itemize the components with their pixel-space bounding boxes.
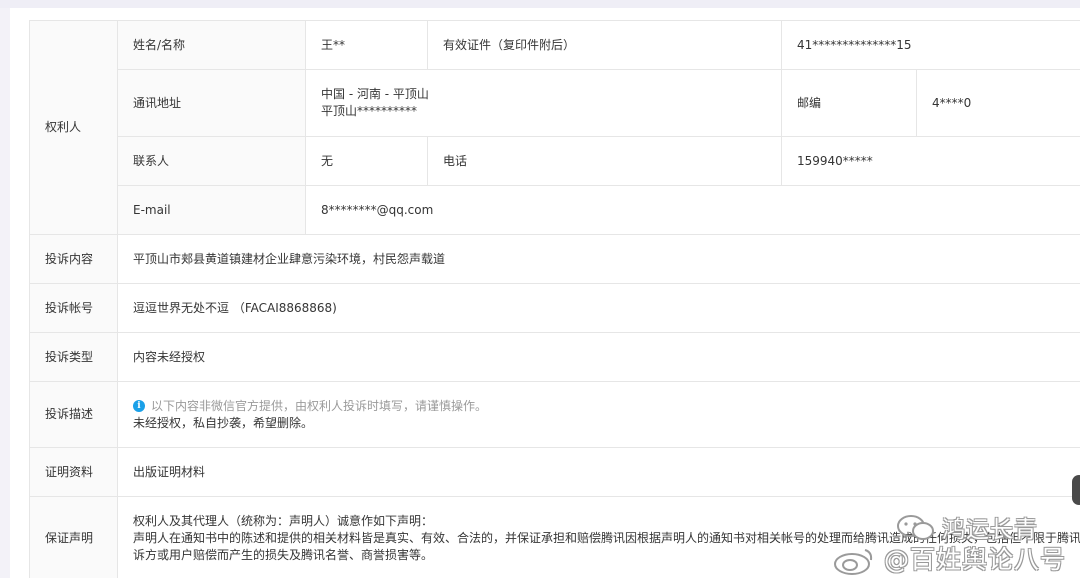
row-name: 权利人 姓名/名称 王** 有效证件（复印件附后） 41************… xyxy=(29,20,1080,235)
watermark-line-2: @百姓舆论八号 xyxy=(884,545,1067,574)
proof-label: 证明资料 xyxy=(29,447,118,497)
row-complaint-description: 投诉描述 i 以下内容非微信官方提供，由权利人投诉时填写，请谨慎操作。 未经授权… xyxy=(29,381,1080,448)
complaint-content-label: 投诉内容 xyxy=(29,234,118,284)
postcode-label: 邮编 xyxy=(781,69,917,137)
top-bar xyxy=(0,0,1080,8)
owner-section-label: 权利人 xyxy=(29,20,118,235)
row-complaint-type: 投诉类型 内容未经授权 xyxy=(29,332,1080,382)
row-complaint-account: 投诉帐号 逗逗世界无处不逗 （FACAI8868868) xyxy=(29,283,1080,333)
row-address: 通讯地址 中国 - 河南 - 平顶山 平顶山********** 邮编 4***… xyxy=(30,69,1080,137)
row-email: E-mail 8********@qq.com xyxy=(30,185,1080,235)
postcode-value: 4****0 xyxy=(915,69,1080,137)
address-label: 通讯地址 xyxy=(117,69,306,137)
contact-value: 无 xyxy=(305,136,428,186)
address-value: 中国 - 河南 - 平顶山 平顶山********** xyxy=(305,69,782,137)
complaint-detail-panel: 权利人 姓名/名称 王** 有效证件（复印件附后） 41************… xyxy=(10,8,1080,578)
name-label: 姓名/名称 xyxy=(117,20,306,70)
complaint-type-value: 内容未经授权 xyxy=(116,332,1080,382)
description-notice-text: 以下内容非微信官方提供，由权利人投诉时填写，请谨慎操作。 xyxy=(151,398,488,413)
proof-value: 出版证明材料 xyxy=(116,447,1080,497)
guarantee-label: 保证声明 xyxy=(29,496,118,578)
id-value: 41**************15 xyxy=(780,20,1080,70)
complaint-form-table: 权利人 姓名/名称 王** 有效证件（复印件附后） 41************… xyxy=(29,20,1080,578)
complaint-type-label: 投诉类型 xyxy=(29,332,118,382)
scrollbar-thumb[interactable] xyxy=(1072,475,1080,505)
complaint-account-value: 逗逗世界无处不逗 （FACAI8868868) xyxy=(116,283,1080,333)
complaint-account-label: 投诉帐号 xyxy=(29,283,118,333)
description-notice: i 以下内容非微信官方提供，由权利人投诉时填写，请谨慎操作。 xyxy=(133,398,1074,415)
watermark-line-1: 鸿运长青 xyxy=(942,517,1038,543)
complaint-content-value: 平顶山市郏县黄道镇建材企业肆意污染环境，村民怨声载道 xyxy=(116,234,1080,284)
wechat-icon xyxy=(897,515,934,540)
watermark: 鸿运长青 @百姓舆论八号 xyxy=(834,510,1080,576)
complaint-description-value: i 以下内容非微信官方提供，由权利人投诉时填写，请谨慎操作。 未经授权，私自抄袭… xyxy=(116,381,1080,448)
complaint-description-label: 投诉描述 xyxy=(29,381,118,448)
email-value: 8********@qq.com xyxy=(304,185,1080,235)
id-label: 有效证件（复印件附后） xyxy=(427,20,782,70)
contact-label: 联系人 xyxy=(117,136,306,186)
row-proof: 证明资料 出版证明材料 xyxy=(29,447,1080,497)
phone-value: 159940***** xyxy=(780,136,1080,186)
info-icon: i xyxy=(133,400,145,412)
weibo-icon xyxy=(834,549,873,575)
row-contact: 联系人 无 电话 159940***** xyxy=(30,136,1080,186)
description-text: 未经授权，私自抄袭，希望删除。 xyxy=(133,415,314,430)
row-complaint-content: 投诉内容 平顶山市郏县黄道镇建材企业肆意污染环境，村民怨声载道 xyxy=(29,234,1080,284)
name-value: 王** xyxy=(305,20,428,70)
phone-label: 电话 xyxy=(427,136,782,186)
address-line-2: 平顶山********** xyxy=(321,104,418,118)
address-line-1: 中国 - 河南 - 平顶山 xyxy=(321,87,429,101)
email-label: E-mail xyxy=(117,185,306,235)
